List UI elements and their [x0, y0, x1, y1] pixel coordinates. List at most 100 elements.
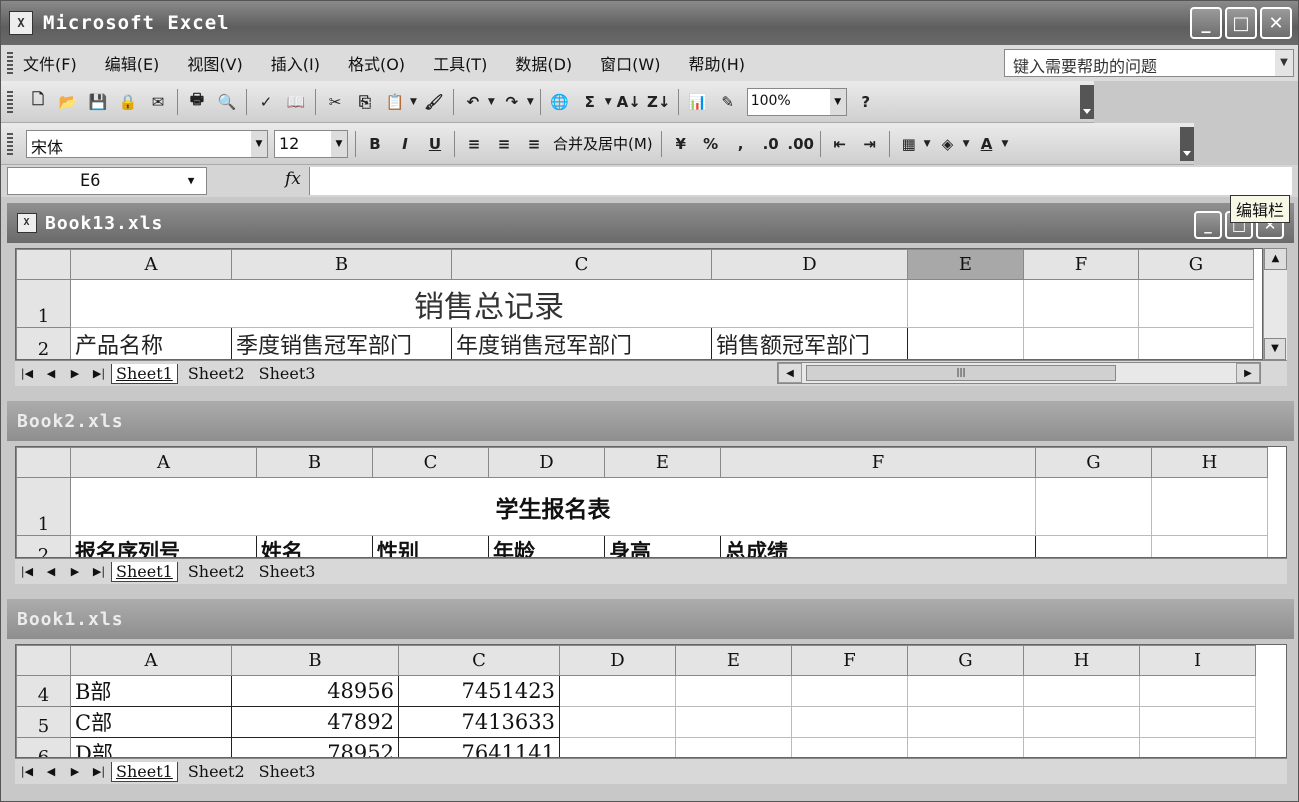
- next-sheet-icon[interactable]: ▶: [63, 765, 87, 778]
- header-cell[interactable]: 年度销售冠军部门: [451, 327, 712, 359]
- column-header[interactable]: H: [1023, 645, 1140, 676]
- spelling-icon[interactable]: ✓: [254, 90, 278, 114]
- select-all-corner[interactable]: [16, 249, 71, 280]
- scroll-thumb[interactable]: |||: [806, 365, 1116, 381]
- menu-help[interactable]: 帮助(H): [688, 51, 745, 75]
- drawing-icon[interactable]: ✎: [716, 90, 740, 114]
- font-color-dropdown-icon[interactable]: ▼: [1002, 139, 1009, 149]
- merged-title-cell[interactable]: 销售总记录: [70, 279, 908, 328]
- comma-button[interactable]: ,: [729, 132, 753, 156]
- column-header[interactable]: F: [1023, 249, 1139, 280]
- row-header[interactable]: 2: [16, 535, 71, 557]
- column-header-selected[interactable]: E: [907, 249, 1024, 280]
- prev-sheet-icon[interactable]: ◀: [39, 565, 63, 578]
- select-all-corner[interactable]: [16, 447, 71, 478]
- chart-wizard-icon[interactable]: 📊: [686, 90, 710, 114]
- cell[interactable]: [1139, 737, 1256, 757]
- align-left-icon[interactable]: ≡: [462, 132, 486, 156]
- menu-window[interactable]: 窗口(W): [600, 51, 660, 75]
- cell[interactable]: [1139, 675, 1256, 707]
- cell[interactable]: [1138, 327, 1254, 359]
- cell[interactable]: [907, 279, 1024, 328]
- increase-decimal-icon[interactable]: .0: [759, 132, 783, 156]
- cell[interactable]: [907, 675, 1024, 707]
- borders-icon[interactable]: ▦: [897, 132, 921, 156]
- next-sheet-icon[interactable]: ▶: [63, 367, 87, 380]
- column-header[interactable]: E: [604, 447, 721, 478]
- hyperlink-icon[interactable]: 🌐: [548, 90, 572, 114]
- workbook-icon[interactable]: X: [17, 213, 37, 233]
- cut-icon[interactable]: ✂: [323, 90, 347, 114]
- fill-dropdown-icon[interactable]: ▼: [963, 139, 970, 149]
- cell[interactable]: 48956: [231, 675, 399, 707]
- cell[interactable]: [1023, 675, 1140, 707]
- last-sheet-icon[interactable]: ▶|: [87, 765, 111, 778]
- column-header[interactable]: D: [559, 645, 676, 676]
- cell[interactable]: [559, 675, 676, 707]
- cell[interactable]: [1023, 706, 1140, 738]
- autosum-icon[interactable]: Σ: [578, 90, 602, 114]
- zoom-select[interactable]: 100% ▼: [746, 87, 847, 116]
- first-sheet-icon[interactable]: |◀: [15, 367, 39, 380]
- format-painter-icon[interactable]: 🖌: [422, 90, 446, 114]
- header-cell[interactable]: 性别: [372, 535, 489, 557]
- row-header[interactable]: 2: [16, 327, 71, 359]
- toolbar-grip[interactable]: [7, 132, 13, 155]
- header-cell[interactable]: 总成绩: [720, 535, 1036, 557]
- sheet-tab-2[interactable]: Sheet2: [184, 762, 249, 781]
- help-dropdown-icon[interactable]: ▼: [1275, 50, 1293, 76]
- cell[interactable]: [675, 675, 792, 707]
- cell[interactable]: [559, 737, 676, 757]
- sheet-tab-2[interactable]: Sheet2: [184, 364, 249, 383]
- cell[interactable]: 7451423: [398, 675, 560, 707]
- italic-button[interactable]: I: [393, 132, 417, 156]
- cell[interactable]: [1151, 535, 1268, 557]
- minimize-button[interactable]: _: [1190, 7, 1222, 39]
- excel-app-icon[interactable]: X: [9, 11, 33, 35]
- sort-ascending-icon[interactable]: A↓: [617, 90, 641, 114]
- menu-edit[interactable]: 编辑(E): [105, 51, 160, 75]
- sheet-tab-3[interactable]: Sheet3: [255, 562, 320, 581]
- column-header[interactable]: F: [720, 447, 1036, 478]
- column-header[interactable]: I: [1139, 645, 1256, 676]
- sheet-tab-3[interactable]: Sheet3: [255, 364, 320, 383]
- prev-sheet-icon[interactable]: ◀: [39, 765, 63, 778]
- open-folder-icon[interactable]: 📂: [56, 90, 80, 114]
- font-size-select[interactable]: 12 ▼: [274, 129, 348, 158]
- insert-function-button[interactable]: fx: [285, 169, 301, 189]
- column-header[interactable]: A: [70, 249, 232, 280]
- header-cell[interactable]: 报名序列号: [70, 535, 257, 557]
- column-header[interactable]: A: [70, 447, 257, 478]
- vertical-scrollbar[interactable]: ▲ ▼: [1263, 248, 1287, 360]
- align-center-icon[interactable]: ≡: [492, 132, 516, 156]
- column-header[interactable]: C: [451, 249, 712, 280]
- scroll-up-icon[interactable]: ▲: [1264, 248, 1287, 270]
- column-header[interactable]: G: [1138, 249, 1254, 280]
- maximize-button[interactable]: □: [1225, 7, 1257, 39]
- horizontal-scrollbar[interactable]: ◀ ||| ▶: [777, 362, 1261, 384]
- cell[interactable]: [1035, 477, 1152, 536]
- last-sheet-icon[interactable]: ▶|: [87, 367, 111, 380]
- sheet-grid[interactable]: A B C D E F G 1 销售总记录 2 产品名称 季度销售冠军部门 年度…: [15, 248, 1263, 360]
- print-icon[interactable]: 🖶: [185, 90, 209, 114]
- menu-grip[interactable]: [7, 52, 13, 74]
- cell[interactable]: [907, 737, 1024, 757]
- first-sheet-icon[interactable]: |◀: [15, 565, 39, 578]
- column-header[interactable]: B: [256, 447, 373, 478]
- workbook-title-bar[interactable]: Book1.xls: [7, 599, 1294, 639]
- cell[interactable]: 47892: [231, 706, 399, 738]
- next-sheet-icon[interactable]: ▶: [63, 565, 87, 578]
- column-header[interactable]: G: [1035, 447, 1152, 478]
- increase-indent-icon[interactable]: ⇥: [858, 132, 882, 156]
- sheet-tab-3[interactable]: Sheet3: [255, 762, 320, 781]
- name-box[interactable]: E6 ▼: [7, 167, 207, 195]
- workbook-title-bar[interactable]: Book2.xls: [7, 401, 1294, 441]
- formula-input[interactable]: [309, 167, 1292, 195]
- cell[interactable]: 78952: [231, 737, 399, 757]
- workbook-minimize-button[interactable]: _: [1194, 211, 1222, 239]
- prev-sheet-icon[interactable]: ◀: [39, 367, 63, 380]
- close-button[interactable]: ✕: [1260, 7, 1292, 39]
- cell[interactable]: [907, 327, 1024, 359]
- header-cell[interactable]: 姓名: [256, 535, 373, 557]
- cell[interactable]: [675, 706, 792, 738]
